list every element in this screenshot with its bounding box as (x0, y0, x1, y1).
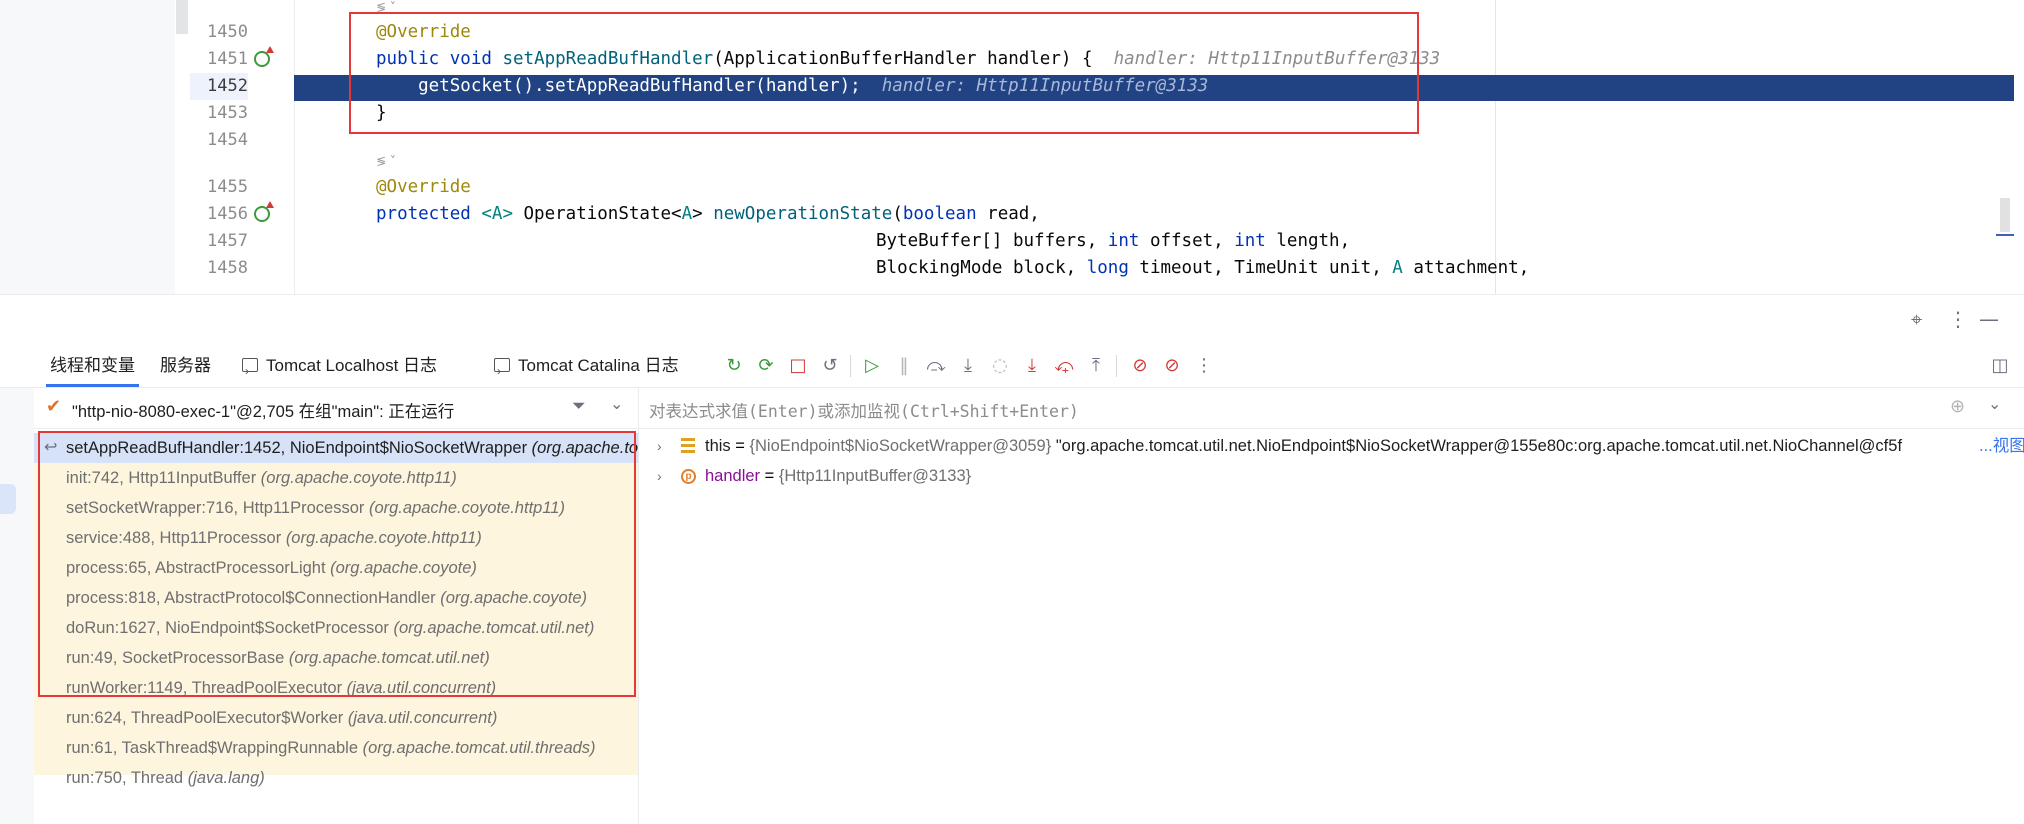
chevron-down-icon[interactable]: ⌄ (610, 394, 623, 413)
stack-frame[interactable]: run:61, TaskThread$WrappingRunnable (org… (34, 733, 638, 763)
smart-step-into-icon[interactable]: ◌ (990, 356, 1010, 376)
restart-icon[interactable]: ↻ (724, 356, 744, 376)
minimize-icon[interactable]: — (1979, 309, 1999, 329)
force-step-into-icon[interactable]: ⤓ (1022, 356, 1042, 376)
code-text: ByteBuffer[] buffers, int offset, int le… (876, 231, 1351, 251)
step-into-icon[interactable]: ⤓ (958, 356, 978, 376)
terminal-icon (494, 350, 510, 393)
annotation-highlight-box (38, 431, 636, 697)
line-number: 1450 (207, 22, 248, 42)
thread-label: "http-nio-8080-exec-1"@2,705 在组"main": 正… (72, 403, 455, 421)
view-link[interactable]: ...视图 (1979, 431, 2024, 461)
tab-server[interactable]: 服务器 (160, 344, 211, 387)
code-text: @Override (376, 177, 471, 197)
code-lens-icon[interactable]: ≶ ˅ (376, 154, 396, 168)
stop-icon[interactable]: □ (788, 356, 808, 376)
code-text: BlockingMode block, long timeout, TimeUn… (876, 258, 1530, 278)
code-editor[interactable]: ≶ ˅ ≶ ˅ 1450 @Override 1451 public void … (0, 0, 2024, 294)
rerun-icon[interactable]: ⟳ (756, 356, 776, 376)
debug-tab-bar: 线程和变量 服务器 Tomcat Localhost 日志 Tomcat Cat… (0, 344, 2024, 393)
frames-panel: ✔ "http-nio-8080-exec-1"@2,705 在组"main":… (34, 388, 639, 824)
layout-icon[interactable]: ◫ (1990, 356, 2010, 376)
line-number: 1453 (207, 103, 248, 123)
debug-left-strip (0, 344, 35, 824)
line-number: 1455 (207, 177, 248, 197)
refresh-icon[interactable]: ↺ (820, 356, 840, 376)
parameter-icon: p (681, 469, 696, 484)
force-return-icon[interactable]: ⤽ (1054, 356, 1074, 376)
thread-selector[interactable]: ✔ "http-nio-8080-exec-1"@2,705 在组"main":… (34, 388, 638, 429)
variables-panel: 对表达式求值(Enter)或添加监视(Ctrl+Shift+Enter) ⊕ ⌄… (639, 388, 2024, 824)
more-icon[interactable]: ⋮ (1194, 356, 1214, 376)
line-number: 1451 (207, 49, 248, 69)
evaluate-expression-bar[interactable]: 对表达式求值(Enter)或添加监视(Ctrl+Shift+Enter) ⊕ ⌄ (639, 388, 2024, 429)
line-number: 1457 (207, 231, 248, 251)
line-number: 1458 (207, 258, 248, 278)
evaluate-input-placeholder[interactable]: 对表达式求值(Enter)或添加监视(Ctrl+Shift+Enter) (649, 398, 1079, 422)
code-line: 1458 BlockingMode block, long timeout, T… (0, 255, 2024, 282)
add-watch-icon[interactable]: ⊕ (1950, 396, 1965, 417)
implements-method-icon[interactable] (254, 201, 274, 222)
tab-tomcat-localhost-log[interactable]: Tomcat Localhost 日志 (242, 344, 437, 393)
debug-tool-window-header: ⌖ ⋮ — (0, 294, 2024, 345)
step-out-icon[interactable]: ⤒ (1086, 356, 1106, 376)
code-line: 1457 ByteBuffer[] buffers, int offset, i… (0, 228, 2024, 255)
stack-frame[interactable]: run:624, ThreadPoolExecutor$Worker (java… (34, 703, 638, 733)
line-number: 1456 (207, 204, 248, 224)
pause-icon[interactable]: ‖ (894, 356, 914, 376)
terminal-icon (242, 350, 258, 393)
code-line: 1455 @Override (0, 174, 2024, 201)
tab-threads-variables[interactable]: 线程和变量 (46, 344, 139, 387)
line-number: 1452 (190, 73, 248, 100)
object-field-icon (681, 438, 695, 453)
code-line: 1456 protected <A> OperationState<A> new… (0, 201, 2024, 228)
expand-arrow-icon[interactable]: › (657, 461, 662, 491)
filter-icon[interactable]: ⏷ (572, 396, 586, 416)
resume-icon[interactable]: ▷ (862, 356, 882, 376)
toolbar-separator (1116, 355, 1117, 377)
annotation-highlight-box (349, 12, 1419, 134)
target-icon[interactable]: ⌖ (1911, 309, 1922, 329)
step-over-icon[interactable]: ⤼ (926, 356, 946, 376)
scroll-position-marker (1996, 234, 2014, 236)
more-options-icon[interactable]: ⋮ (1948, 309, 1968, 329)
chevron-down-icon[interactable]: ⌄ (1988, 394, 2001, 413)
thread-running-check-icon: ✔ (46, 396, 62, 417)
mute-breakpoints-icon[interactable]: ⊘ (1162, 356, 1182, 376)
view-breakpoints-icon[interactable]: ⊘ (1130, 356, 1150, 376)
toolbar-separator (850, 355, 851, 377)
implements-method-icon[interactable] (254, 46, 274, 67)
expand-arrow-icon[interactable]: › (657, 431, 662, 461)
code-text: protected <A> OperationState<A> newOpera… (376, 204, 1040, 224)
editor-vertical-scroll-thumb[interactable] (2000, 198, 2010, 232)
tab-tomcat-catalina-log[interactable]: Tomcat Catalina 日志 (494, 344, 679, 393)
variable-row-handler[interactable]: › p handler = {Http11InputBuffer@3133} (639, 461, 2024, 491)
line-number: 1454 (207, 130, 248, 150)
stack-frame[interactable]: run:750, Thread (java.lang) (34, 763, 638, 793)
side-strip-marker (0, 484, 16, 514)
variable-row-this[interactable]: › this = {NioEndpoint$NioSocketWrapper@3… (639, 431, 2024, 461)
